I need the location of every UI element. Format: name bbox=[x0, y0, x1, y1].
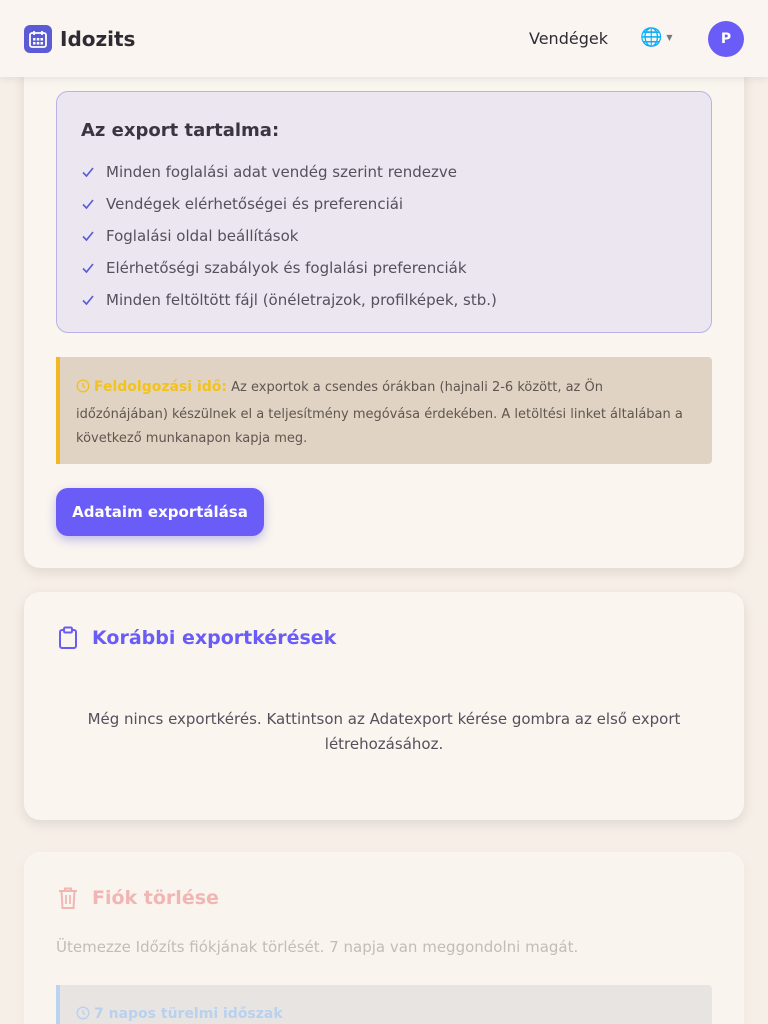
previous-requests-title: Korábbi exportkérések bbox=[92, 627, 337, 649]
globe-icon: 🌐 bbox=[640, 27, 663, 48]
export-contents-list: Minden foglalási adat vendég szerint ren… bbox=[81, 156, 497, 316]
processing-time-notice: Feldolgozási idő: Az exportok a csendes … bbox=[56, 357, 712, 464]
list-item-label: Foglalási oldal beállítások bbox=[106, 227, 299, 245]
export-contents-title: Az export tartalma: bbox=[81, 120, 280, 141]
check-icon bbox=[81, 197, 97, 211]
list-item-label: Vendégek elérhetőségei és preferenciái bbox=[106, 195, 404, 213]
list-item: Elérhetőségi szabályok és foglalási pref… bbox=[81, 252, 497, 284]
check-icon bbox=[81, 293, 97, 307]
clock-icon bbox=[76, 378, 90, 403]
calendar-icon[interactable] bbox=[24, 25, 52, 53]
list-item-label: Elérhetőségi szabályok és foglalási pref… bbox=[106, 259, 467, 277]
list-item: Foglalási oldal beállítások bbox=[81, 220, 497, 252]
empty-state-text: Még nincs exportkérés. Kattintson az Ada… bbox=[87, 710, 681, 753]
app-logo-text[interactable]: Idozits bbox=[60, 27, 135, 51]
list-item: Minden foglalási adat vendég szerint ren… bbox=[81, 156, 497, 188]
grace-period-notice: 7 napos türelmi időszak bbox=[56, 985, 712, 1024]
list-item: Vendégek elérhetőségei és preferenciái bbox=[81, 188, 497, 220]
nav-guests-link[interactable]: Vendégek bbox=[529, 29, 608, 48]
trash-icon bbox=[58, 886, 78, 914]
clock-icon bbox=[76, 1005, 90, 1024]
delete-account-card: Fiók törlése Ütemezze Időzíts fiókjának … bbox=[24, 852, 744, 1024]
notice-title: Feldolgozási idő: bbox=[94, 379, 228, 395]
user-avatar[interactable]: P bbox=[708, 21, 744, 57]
check-icon bbox=[81, 261, 97, 275]
clipboard-icon bbox=[58, 626, 78, 654]
export-contents-box: Az export tartalma: Minden foglalási ada… bbox=[56, 91, 712, 333]
chevron-down-icon: ▼ bbox=[666, 33, 673, 42]
delete-account-title: Fiók törlése bbox=[92, 887, 219, 909]
list-item-label: Minden feltöltött fájl (önéletrajzok, pr… bbox=[106, 291, 497, 309]
previous-requests-card: Korábbi exportkérések Még nincs exportké… bbox=[24, 592, 744, 820]
grace-period-title: 7 napos türelmi időszak bbox=[94, 1006, 283, 1022]
language-selector[interactable]: 🌐 ▼ bbox=[640, 27, 673, 48]
check-icon bbox=[81, 165, 97, 179]
check-icon bbox=[81, 229, 97, 243]
list-item-label: Minden foglalási adat vendég szerint ren… bbox=[106, 163, 458, 181]
export-data-button[interactable]: Adataim exportálása bbox=[56, 488, 264, 536]
list-item: Minden feltöltött fájl (önéletrajzok, pr… bbox=[81, 284, 497, 316]
delete-account-description: Ütemezze Időzíts fiókjának törlését. 7 n… bbox=[56, 938, 579, 956]
top-header: Idozits Vendégek 🌐 ▼ P bbox=[0, 0, 768, 77]
